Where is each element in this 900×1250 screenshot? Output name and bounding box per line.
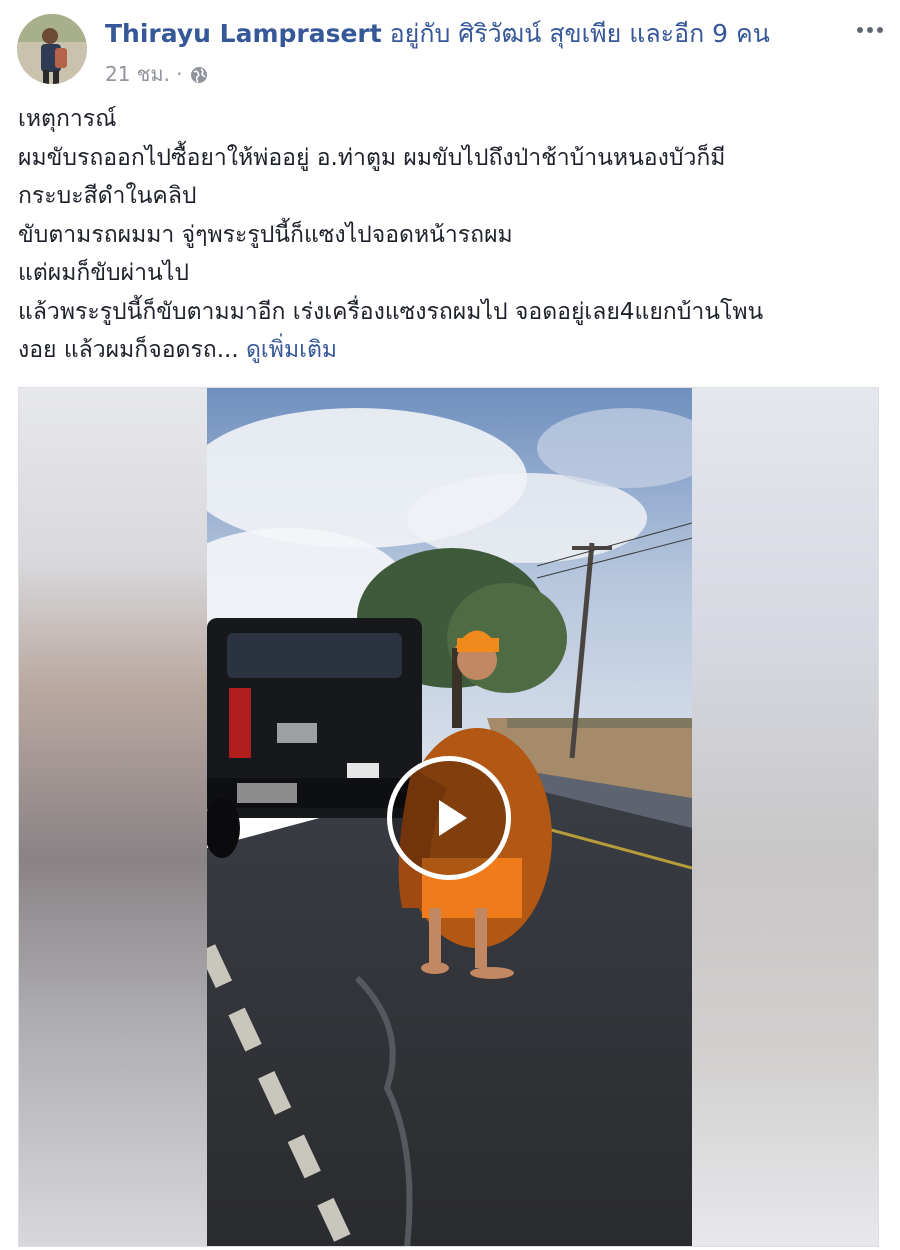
video-blur-right — [690, 388, 878, 1246]
message-line: แต่ผมก็ขับผ่านไป — [18, 260, 189, 286]
post-header: Thirayu Lamprasert อยู่กับ ศิริวัฒน์ สุข… — [105, 16, 845, 52]
message-line: กระบะสีดำในคลิป — [18, 183, 197, 209]
facebook-post: Thirayu Lamprasert อยู่กับ ศิริวัฒน์ สุข… — [0, 0, 900, 1250]
post-message: เหตุการณ์ ผมขับรถออกไปซื้อยาให้พ่ออยู่ อ… — [18, 100, 888, 370]
message-line: ขับตามรถผมมา จู่ๆพระรูปนี้ก็แซงไปจอดหน้า… — [18, 221, 513, 248]
video-blur-left — [19, 388, 207, 1246]
post-meta: 21 ชม. · — [105, 60, 209, 88]
see-more-link[interactable]: ดูเพิ่มเติม — [246, 337, 337, 363]
message-line: แล้วพระรูปนี้ก็ขับตามมาอีก เร่งเครื่องแซ… — [18, 298, 764, 325]
message-line-last: งอย แล้วผมก็จอดรถ... ดูเพิ่มเติม — [18, 331, 888, 370]
author-name[interactable]: Thirayu Lamprasert — [105, 19, 382, 48]
post-timestamp[interactable]: 21 ชม. · — [105, 60, 183, 88]
message-line: ผมขับรถออกไปซื้อยาให้พ่ออยู่ อ.ท่าตูม ผม… — [18, 144, 726, 171]
author-avatar[interactable] — [17, 14, 87, 84]
tagged-friends[interactable]: อยู่กับ ศิริวัฒน์ สุขเพีย และอีก 9 คน — [382, 19, 770, 48]
ellipsis-icon[interactable] — [854, 20, 886, 40]
message-line: งอย แล้วผมก็จอดรถ... — [18, 337, 239, 363]
play-icon[interactable] — [387, 756, 511, 880]
message-line: เหตุการณ์ — [18, 106, 117, 132]
globe-icon[interactable] — [189, 64, 209, 84]
avatar-photo — [17, 14, 87, 84]
video-player[interactable] — [18, 387, 879, 1247]
